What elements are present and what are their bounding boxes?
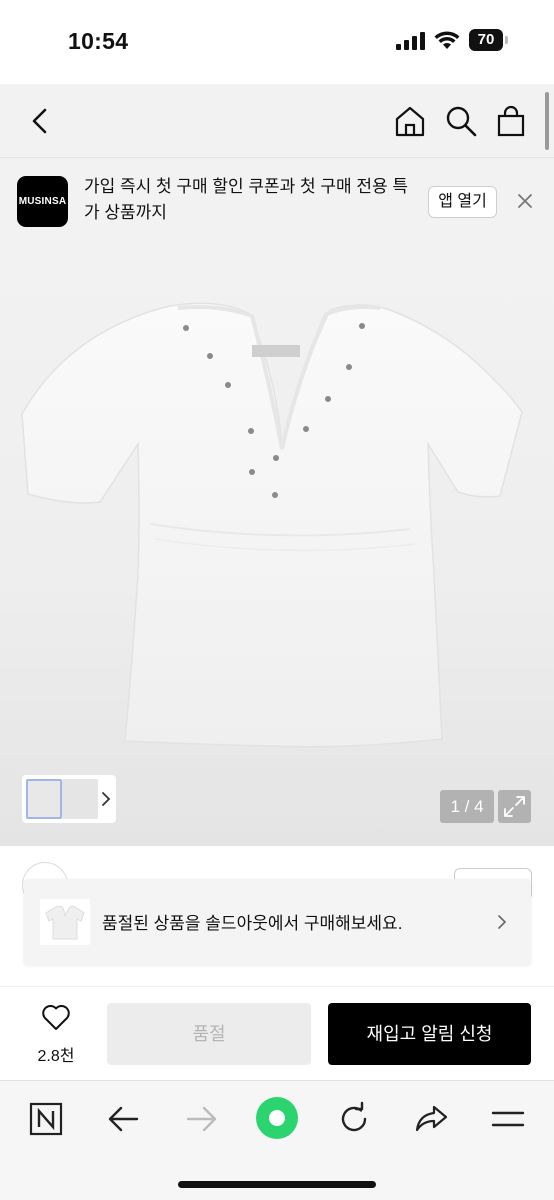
- expand-button[interactable]: [498, 790, 531, 823]
- app-promo-banner: MUSINSA 가입 즉시 첫 구매 할인 쿠폰과 첫 구매 전용 특가 상품까…: [0, 158, 554, 244]
- soldout-notice-text: 품절된 상품을 솔드아웃에서 구매해보세요.: [102, 914, 403, 933]
- open-app-button[interactable]: 앱 열기: [428, 186, 497, 218]
- battery-level: 70: [469, 29, 503, 51]
- product-image-gallery[interactable]: 1 / 4: [0, 244, 554, 846]
- status-bar: 10:54 70: [0, 0, 554, 84]
- promo-message: 가입 즉시 첫 구매 할인 쿠폰과 첫 구매 전용 특가 상품까지: [84, 177, 409, 222]
- status-time: 10:54: [68, 28, 129, 54]
- soldout-notice-card[interactable]: 품절된 상품을 솔드아웃에서 구매해보세요.: [24, 879, 531, 965]
- musinsa-logo: MUSINSA: [17, 176, 68, 227]
- home-icon[interactable]: [393, 104, 427, 138]
- product-image: [21, 302, 523, 748]
- chevron-right-icon[interactable]: [496, 912, 508, 932]
- thumbnail-1[interactable]: [26, 779, 62, 819]
- soldout-thumbnail: [40, 899, 90, 945]
- browser-top-nav: [0, 84, 554, 158]
- battery-indicator: 70: [469, 29, 509, 51]
- soldout-button: 품절: [107, 1003, 311, 1065]
- chevron-left-icon[interactable]: [26, 106, 56, 136]
- thumbnail-2[interactable]: [62, 779, 98, 819]
- like-count: 2.8천: [37, 1048, 75, 1065]
- like-button[interactable]: 2.8천: [26, 1003, 86, 1067]
- restock-alert-button[interactable]: 재입고 알림 신청: [328, 1003, 531, 1065]
- shopping-bag-icon[interactable]: [494, 104, 528, 138]
- forward-arrow-icon[interactable]: [181, 1099, 221, 1139]
- reload-icon[interactable]: [334, 1099, 374, 1139]
- scrollbar[interactable]: [545, 92, 549, 150]
- thumbnail-strip[interactable]: [22, 775, 116, 823]
- shirt-thumbnail-icon: [45, 905, 85, 940]
- wifi-icon: [434, 31, 460, 49]
- naver-n-icon[interactable]: [26, 1099, 66, 1139]
- home-indicator: [178, 1181, 376, 1188]
- back-arrow-icon[interactable]: [104, 1099, 144, 1139]
- green-dot-icon[interactable]: [255, 1096, 299, 1140]
- cellular-signal-icon: [396, 32, 425, 50]
- heart-icon: [42, 1004, 70, 1030]
- image-counter: 1 / 4: [440, 790, 494, 823]
- chevron-right-icon[interactable]: [100, 789, 112, 809]
- close-icon[interactable]: [516, 192, 534, 210]
- expand-icon: [504, 796, 525, 817]
- share-icon[interactable]: [411, 1099, 451, 1139]
- purchase-action-bar: 2.8천 품절 재입고 알림 신청: [0, 986, 554, 1080]
- search-icon[interactable]: [444, 104, 478, 138]
- menu-icon[interactable]: [488, 1099, 528, 1139]
